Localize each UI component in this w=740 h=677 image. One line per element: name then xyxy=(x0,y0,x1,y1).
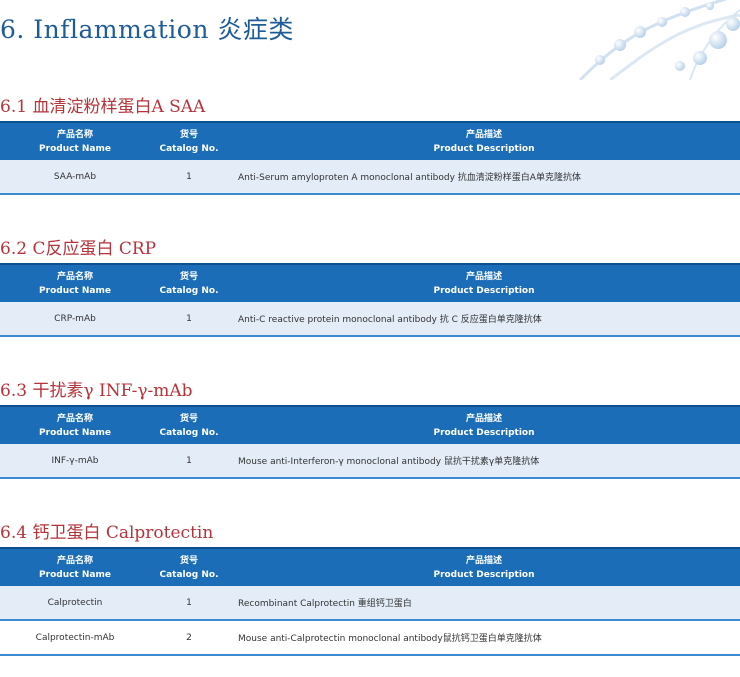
product-table-calprotectin: 产品名称 Product Name 货号 Catalog No. 产品描述 Produ… xyxy=(0,547,740,656)
catalog-no: 1 xyxy=(150,302,228,337)
col-header-catalog-no: 货号 Catalog No. xyxy=(150,405,228,444)
table-header-row: 产品名称 Product Name 货号 Catalog No. 产品描述 Produ… xyxy=(0,121,740,160)
catalog-no: 1 xyxy=(150,444,228,479)
col-header-catalog-no: 货号 Catalog No. xyxy=(150,121,228,160)
product-name: INF-γ-mAb xyxy=(0,444,150,479)
col-header-description: 产品描述 Product Description xyxy=(228,547,740,586)
table-row: INF-γ-mAb 1 Mouse anti-Interferon-γ mono… xyxy=(0,444,740,479)
dna-decoration-image xyxy=(578,0,740,80)
product-description: Anti-Serum amyloproten A monoclonal anti… xyxy=(228,160,740,195)
product-table-saa: 产品名称 Product Name 货号 Catalog No. 产品描述 Produ… xyxy=(0,121,740,195)
product-table-crp: 产品名称 Product Name 货号 Catalog No. 产品描述 Produ… xyxy=(0,263,740,337)
product-description: Mouse anti-Interferon-γ monoclonal antib… xyxy=(228,444,740,479)
product-name: Calprotectin xyxy=(0,586,150,621)
catalog-no: 1 xyxy=(150,586,228,621)
table-header-row: 产品名称 Product Name 货号 Catalog No. 产品描述 Produ… xyxy=(0,547,740,586)
col-header-catalog-no: 货号 Catalog No. xyxy=(150,547,228,586)
product-description: Recombinant Calprotectin 重组钙卫蛋白 xyxy=(228,586,740,621)
section-title-saa: 6.1 血清淀粉样蛋白A SAA xyxy=(0,97,206,117)
page-title: 6. Inflammation 炎症类 xyxy=(0,15,294,44)
table-header-row: 产品名称 Product Name 货号 Catalog No. 产品描述 Produ… xyxy=(0,263,740,302)
table-row: Calprotectin 1 Recombinant Calprotectin … xyxy=(0,586,740,621)
table-header-row: 产品名称 Product Name 货号 Catalog No. 产品描述 Produ… xyxy=(0,405,740,444)
catalog-no: 1 xyxy=(150,160,228,195)
table-row: CRP-mAb 1 Anti-C reactive protein monocl… xyxy=(0,302,740,337)
product-description: Anti-C reactive protein monoclonal antib… xyxy=(228,302,740,337)
section-title-crp: 6.2 C反应蛋白 CRP xyxy=(0,239,157,259)
col-header-description: 产品描述 Product Description xyxy=(228,121,740,160)
catalog-no: 2 xyxy=(150,620,228,656)
product-description: Mouse anti-Calprotectin monoclonal antib… xyxy=(228,620,740,656)
product-name: CRP-mAb xyxy=(0,302,150,337)
table-row: SAA-mAb 1 Anti-Serum amyloproten A monoc… xyxy=(0,160,740,195)
product-table-inf: 产品名称 Product Name 货号 Catalog No. 产品描述 Produ… xyxy=(0,405,740,479)
col-header-product-name: 产品名称 Product Name xyxy=(0,263,150,302)
col-header-product-name: 产品名称 Product Name xyxy=(0,405,150,444)
section-title-calprotectin: 6.4 钙卫蛋白 Calprotectin xyxy=(0,523,214,543)
col-header-description: 产品描述 Product Description xyxy=(228,405,740,444)
col-header-description: 产品描述 Product Description xyxy=(228,263,740,302)
product-name: SAA-mAb xyxy=(0,160,150,195)
product-name: Calprotectin-mAb xyxy=(0,620,150,656)
col-header-product-name: 产品名称 Product Name xyxy=(0,547,150,586)
table-row: Calprotectin-mAb 2 Mouse anti-Calprotect… xyxy=(0,620,740,656)
col-header-product-name: 产品名称 Product Name xyxy=(0,121,150,160)
col-header-catalog-no: 货号 Catalog No. xyxy=(150,263,228,302)
section-title-inf: 6.3 干扰素γ INF-γ-mAb xyxy=(0,381,193,401)
